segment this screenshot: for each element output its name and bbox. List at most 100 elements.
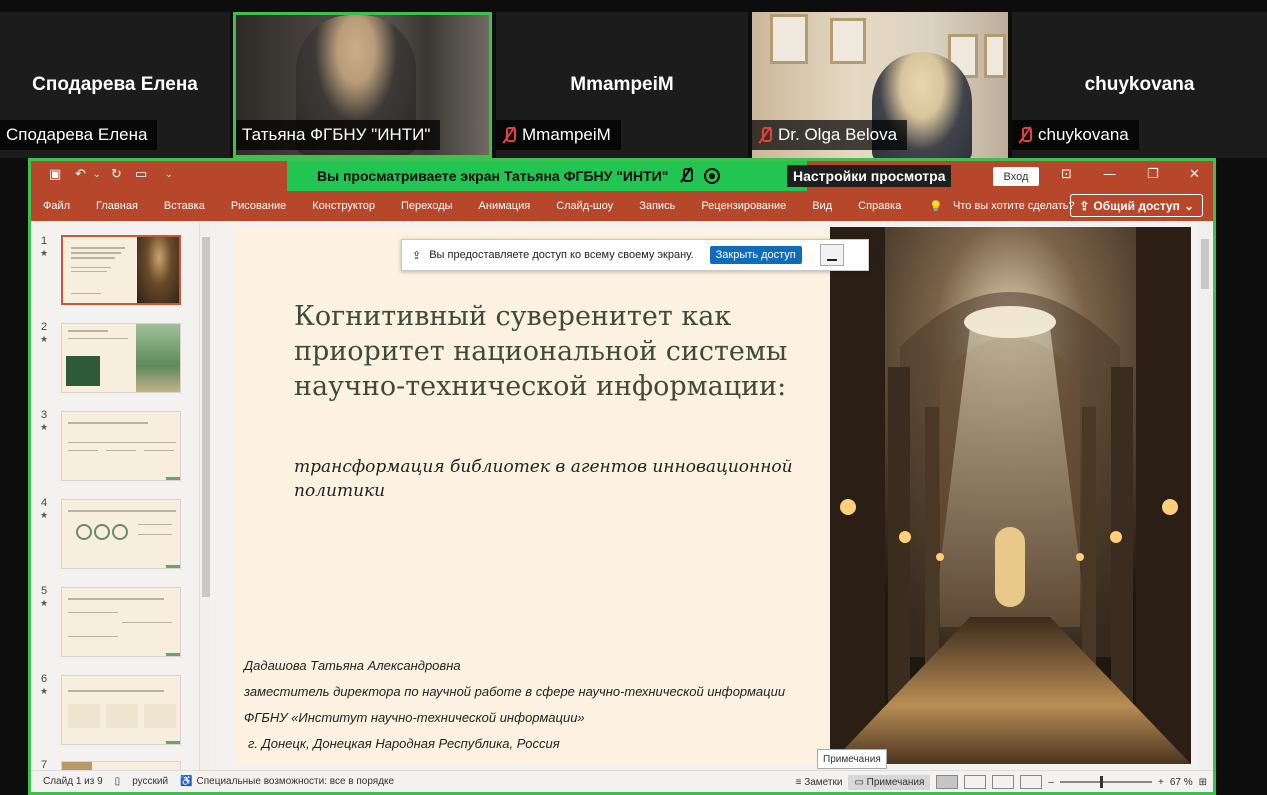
thumb-line xyxy=(68,450,98,451)
redo-icon[interactable]: ↻ xyxy=(111,167,122,182)
author-city: г. Донецк, Донецкая Народная Республика,… xyxy=(248,736,560,751)
tab-review[interactable]: Рецензирование xyxy=(689,200,800,212)
thumb-image xyxy=(136,324,180,392)
undo-icon[interactable]: ↶ xyxy=(75,167,86,182)
thumb-block xyxy=(66,356,100,386)
slide-title: Когнитивный суверенитет как приоритет на… xyxy=(294,301,788,402)
tab-draw[interactable]: Рисование xyxy=(219,200,300,212)
zoom-slider[interactable] xyxy=(1059,776,1152,788)
ribbon-display-icon[interactable]: ⊡ xyxy=(1061,167,1072,182)
language-indicator[interactable]: русский xyxy=(132,776,168,787)
thumb-line xyxy=(71,247,125,249)
tab-insert[interactable]: Вставка xyxy=(152,200,219,212)
undo-dropdown-icon[interactable]: ⌄ xyxy=(93,170,101,180)
chevron-down-icon: ⌄ xyxy=(1183,198,1194,213)
participant-label: Сподарева Елена xyxy=(0,120,158,150)
slide-thumbnail[interactable] xyxy=(61,587,181,657)
thumb-line xyxy=(68,422,148,424)
thumb-line xyxy=(71,267,111,268)
slide-counter: Слайд 1 из 9 xyxy=(43,776,103,787)
slide-number: 4 xyxy=(41,497,48,509)
screen-sharing-notice: ⇪ Вы предоставляете доступ ко всему свое… xyxy=(401,239,869,271)
tab-design[interactable]: Конструктор xyxy=(300,200,389,212)
participant-tile[interactable]: chuykovana chuykovana xyxy=(1012,12,1267,158)
animation-star-icon: ★ xyxy=(40,335,49,345)
thumb-line xyxy=(71,257,115,259)
participant-label: Татьяна ФГБНУ "ИНТИ" xyxy=(236,120,441,150)
zoom-in-icon[interactable]: + xyxy=(1158,777,1164,788)
slide-thumbnail[interactable] xyxy=(61,235,181,305)
start-slideshow-icon[interactable]: ▭ xyxy=(135,167,147,182)
participant-video-tile[interactable]: Dr. Olga Belova xyxy=(752,12,1008,158)
status-bar: Слайд 1 из 9 ▯ русский ♿ Специальные воз… xyxy=(31,770,1213,792)
thumb-accent xyxy=(166,477,180,480)
view-settings-button[interactable]: Настройки просмотра xyxy=(787,165,952,187)
tab-animations[interactable]: Анимация xyxy=(467,200,545,212)
author-position: заместитель директора по научной работе … xyxy=(244,684,786,699)
thumb-line xyxy=(68,442,176,443)
record-icon xyxy=(704,168,721,184)
share-icon: ⇪ xyxy=(1079,198,1090,213)
accessibility-status[interactable]: ♿ Специальные возможности: все в порядке xyxy=(180,776,394,787)
thumb-line xyxy=(68,598,164,600)
slide-thumbnail[interactable] xyxy=(61,323,181,393)
slide-thumbnail[interactable] xyxy=(61,411,181,481)
tab-view[interactable]: Вид xyxy=(800,200,846,212)
minimize-notice-button[interactable] xyxy=(819,244,844,266)
slide-number: 6 xyxy=(41,673,48,685)
animation-star-icon: ★ xyxy=(40,249,49,259)
slide-number: 1 xyxy=(41,235,48,247)
minimize-icon[interactable]: — xyxy=(1103,167,1116,182)
scrollbar-thumb[interactable] xyxy=(1201,239,1209,289)
tab-help[interactable]: Справка xyxy=(846,200,915,212)
tab-transitions[interactable]: Переходы xyxy=(389,200,467,212)
spellcheck-icon[interactable]: ▯ xyxy=(115,776,121,787)
share-button[interactable]: ⇪ Общий доступ ⌄ xyxy=(1070,194,1203,217)
slide-thumbnail[interactable] xyxy=(61,675,181,745)
comments-button[interactable]: ▭ Примечания xyxy=(848,774,931,790)
stop-sharing-button[interactable]: Закрыть доступ xyxy=(709,246,802,264)
reading-view-button[interactable] xyxy=(992,775,1015,789)
tell-me-search[interactable]: 💡 Что вы хотите сделать? xyxy=(929,200,1074,213)
slideshow-button[interactable] xyxy=(1020,775,1043,789)
author-name: Дадашова Татьяна Александровна xyxy=(244,658,461,673)
fit-to-window-icon[interactable]: ⊞ xyxy=(1199,777,1207,788)
zoom-out-icon[interactable]: – xyxy=(1048,777,1054,788)
customize-toolbar-icon[interactable]: ⌄ xyxy=(165,170,173,180)
slide-canvas[interactable]: Когнитивный суверенитет как приоритет на… xyxy=(236,227,1191,764)
thumb-circle xyxy=(112,524,128,540)
tab-file[interactable]: Файл xyxy=(31,200,84,212)
login-button[interactable]: Вход xyxy=(993,167,1039,186)
thumbnails-scrollbar[interactable] xyxy=(199,223,211,771)
thumb-line xyxy=(68,338,128,339)
slide-thumbnail[interactable] xyxy=(61,499,181,569)
wall-frame xyxy=(830,18,866,64)
thumb-accent xyxy=(166,653,180,656)
animation-star-icon: ★ xyxy=(40,599,49,609)
tab-slideshow[interactable]: Слайд-шоу xyxy=(544,200,627,212)
notes-button[interactable]: ≡ Заметки xyxy=(796,777,843,788)
normal-view-button[interactable] xyxy=(936,775,959,789)
thumb-line xyxy=(68,690,164,692)
close-icon[interactable]: ✕ xyxy=(1189,167,1200,182)
mic-off-icon xyxy=(502,126,516,144)
participant-label: Dr. Olga Belova xyxy=(752,120,908,150)
tab-home[interactable]: Главная xyxy=(84,200,152,212)
slide-sorter-button[interactable] xyxy=(964,775,987,789)
thumb-block xyxy=(106,704,138,728)
tab-record[interactable]: Запись xyxy=(627,200,689,212)
zoom-level[interactable]: 67 % xyxy=(1170,777,1193,788)
mic-off-icon xyxy=(1018,126,1032,144)
participant-tile[interactable]: Сподарева Елена Сподарева Елена xyxy=(0,12,230,158)
wall-frame xyxy=(984,34,1006,78)
library-image xyxy=(830,227,1191,764)
share-screen-icon: ⇪ xyxy=(412,249,422,262)
slide-scrollbar[interactable] xyxy=(1198,223,1212,773)
save-icon[interactable]: ▣ xyxy=(49,167,61,182)
thumb-block xyxy=(68,704,100,728)
participant-tile[interactable]: MmampeiM MmampeiM xyxy=(496,12,748,158)
participant-video-tile[interactable]: Татьяна ФГБНУ "ИНТИ" xyxy=(233,12,492,158)
thumb-line xyxy=(68,636,118,637)
restore-icon[interactable]: ❐ xyxy=(1147,167,1159,182)
scrollbar-thumb[interactable] xyxy=(202,237,210,597)
